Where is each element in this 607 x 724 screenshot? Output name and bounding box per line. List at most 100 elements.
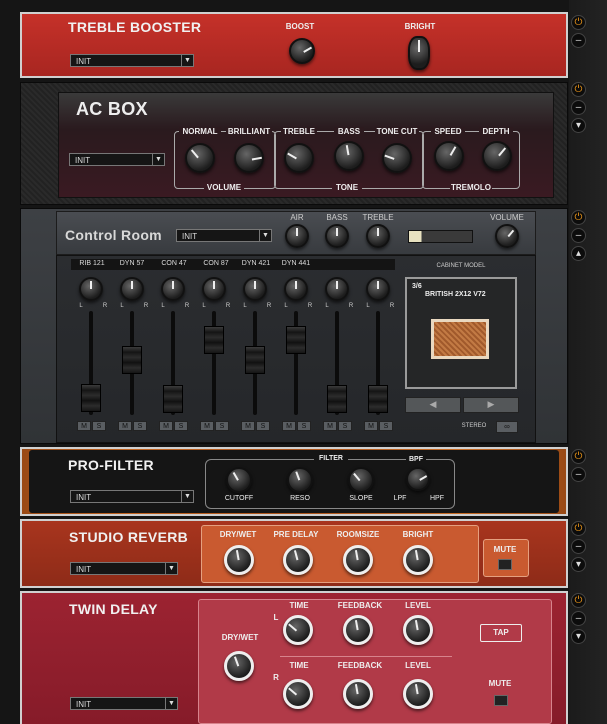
- control-room-minimize-button[interactable]: –: [571, 228, 586, 243]
- pan-left-label: L: [325, 303, 329, 309]
- volume-knob[interactable]: [495, 224, 519, 248]
- bass-knob[interactable]: [325, 224, 349, 248]
- tone-cut-knob[interactable]: [382, 143, 412, 173]
- pro-filter-power-button[interactable]: ⏻: [571, 449, 586, 464]
- ac-box-power-button[interactable]: ⏻: [571, 82, 586, 97]
- device-title: TREBLE BOOSTER: [68, 19, 202, 35]
- studio-reverb-power-button[interactable]: ⏻: [571, 521, 586, 536]
- bright-switch[interactable]: [408, 36, 430, 70]
- treble-booster-power-button[interactable]: ⏻: [571, 15, 586, 30]
- chevron-down-icon: ▼: [181, 55, 193, 66]
- reso-knob[interactable]: [287, 467, 313, 493]
- channel-fader[interactable]: [163, 385, 183, 413]
- studio-reverb-move-down-button[interactable]: ▾: [571, 557, 586, 572]
- boost-switch[interactable]: [289, 38, 315, 64]
- channel-solo-button[interactable]: S: [338, 421, 352, 431]
- twin-delay-minimize-button[interactable]: –: [571, 611, 586, 626]
- brilliant-knob[interactable]: [234, 143, 264, 173]
- channel-pan-knob[interactable]: [366, 277, 390, 301]
- roomsize-knob[interactable]: [343, 545, 373, 575]
- treble-booster-minimize-button[interactable]: –: [571, 33, 586, 48]
- channel-mute-button[interactable]: M: [241, 421, 255, 431]
- cabinet-next-button[interactable]: ▶: [463, 397, 519, 413]
- channel-pan-knob[interactable]: [202, 277, 226, 301]
- channel-solo-button[interactable]: S: [215, 421, 229, 431]
- brilliant-label: BRILLIANT: [226, 127, 272, 136]
- preset-selector[interactable]: INIT ▼: [70, 54, 194, 67]
- device-title: AC BOX: [76, 99, 148, 119]
- channel-name-label: RIB 121: [79, 260, 105, 267]
- pan-right-label: R: [225, 303, 231, 309]
- twin-delay-power-button[interactable]: ⏻: [571, 593, 586, 608]
- bright-knob[interactable]: [403, 545, 433, 575]
- twin-delay-move-down-button[interactable]: ▾: [571, 629, 586, 644]
- normal-knob[interactable]: [185, 143, 215, 173]
- channel-pan-knob[interactable]: [120, 277, 144, 301]
- preset-selector[interactable]: INIT ▼: [176, 229, 272, 242]
- preset-selector[interactable]: INIT ▼: [70, 490, 194, 503]
- channel-solo-button[interactable]: S: [379, 421, 393, 431]
- channel-fader[interactable]: [286, 326, 306, 354]
- tap-button[interactable]: TAP: [480, 624, 522, 642]
- right-feedback-knob[interactable]: [343, 679, 373, 709]
- channel-solo-button[interactable]: S: [174, 421, 188, 431]
- channel-solo-button[interactable]: S: [133, 421, 147, 431]
- control-room-power-button[interactable]: ⏻: [571, 210, 586, 225]
- channel-mute-button[interactable]: M: [323, 421, 337, 431]
- channel-mute-button[interactable]: M: [364, 421, 378, 431]
- control-room-move-up-button[interactable]: ▴: [571, 246, 586, 261]
- channel-name-label: DYN 421: [241, 260, 271, 267]
- ac-box-move-down-button[interactable]: ▾: [571, 118, 586, 133]
- channel-fader[interactable]: [204, 326, 224, 354]
- speed-knob[interactable]: [434, 141, 464, 171]
- cutoff-knob[interactable]: [226, 467, 252, 493]
- channel-solo-button[interactable]: S: [92, 421, 106, 431]
- channel-pan-knob[interactable]: [79, 277, 103, 301]
- treble-knob[interactable]: [284, 143, 314, 173]
- right-time-knob[interactable]: [283, 679, 313, 709]
- minus-icon: –: [575, 35, 582, 46]
- preset-selector[interactable]: INIT ▼: [70, 562, 178, 575]
- channel-fader[interactable]: [368, 385, 388, 413]
- ac-box-minimize-button[interactable]: –: [571, 100, 586, 115]
- drywet-knob[interactable]: [224, 545, 254, 575]
- channel-pan-knob[interactable]: [325, 277, 349, 301]
- drywet-knob[interactable]: [224, 651, 254, 681]
- channel-pan-knob[interactable]: [161, 277, 185, 301]
- channel-fader[interactable]: [327, 385, 347, 413]
- mute-button[interactable]: [494, 695, 508, 706]
- down-arrow-icon: ▾: [575, 559, 582, 570]
- channel-mute-button[interactable]: M: [159, 421, 173, 431]
- depth-label: DEPTH: [479, 127, 513, 136]
- cabinet-display[interactable]: 3/6 BRITISH 2X12 V72: [405, 277, 517, 389]
- treble-knob[interactable]: [366, 224, 390, 248]
- left-time-knob[interactable]: [283, 615, 313, 645]
- left-level-knob[interactable]: [403, 615, 433, 645]
- depth-knob[interactable]: [482, 141, 512, 171]
- channel-pan-knob[interactable]: [243, 277, 267, 301]
- channel-fader[interactable]: [122, 346, 142, 374]
- cabinet-prev-button[interactable]: ◀: [405, 397, 461, 413]
- slope-knob[interactable]: [348, 467, 374, 493]
- channel-fader[interactable]: [245, 346, 265, 374]
- air-knob[interactable]: [285, 224, 309, 248]
- bass-knob[interactable]: [334, 141, 364, 171]
- channel-solo-button[interactable]: S: [256, 421, 270, 431]
- bpf-switch[interactable]: [406, 467, 430, 491]
- preset-selector[interactable]: INIT ▼: [70, 697, 178, 710]
- stereo-toggle[interactable]: ∞: [496, 421, 518, 433]
- channel-pan-knob[interactable]: [284, 277, 308, 301]
- mute-button[interactable]: [498, 559, 512, 570]
- right-level-knob[interactable]: [403, 679, 433, 709]
- channel-fader[interactable]: [81, 384, 101, 412]
- channel-mute-button[interactable]: M: [77, 421, 91, 431]
- pre-delay-knob[interactable]: [283, 545, 313, 575]
- channel-mute-button[interactable]: M: [200, 421, 214, 431]
- left-feedback-knob[interactable]: [343, 615, 373, 645]
- channel-mute-button[interactable]: M: [118, 421, 132, 431]
- pro-filter-minimize-button[interactable]: –: [571, 467, 586, 482]
- channel-solo-button[interactable]: S: [297, 421, 311, 431]
- channel-mute-button[interactable]: M: [282, 421, 296, 431]
- studio-reverb-minimize-button[interactable]: –: [571, 539, 586, 554]
- preset-selector[interactable]: INIT ▼: [69, 153, 165, 166]
